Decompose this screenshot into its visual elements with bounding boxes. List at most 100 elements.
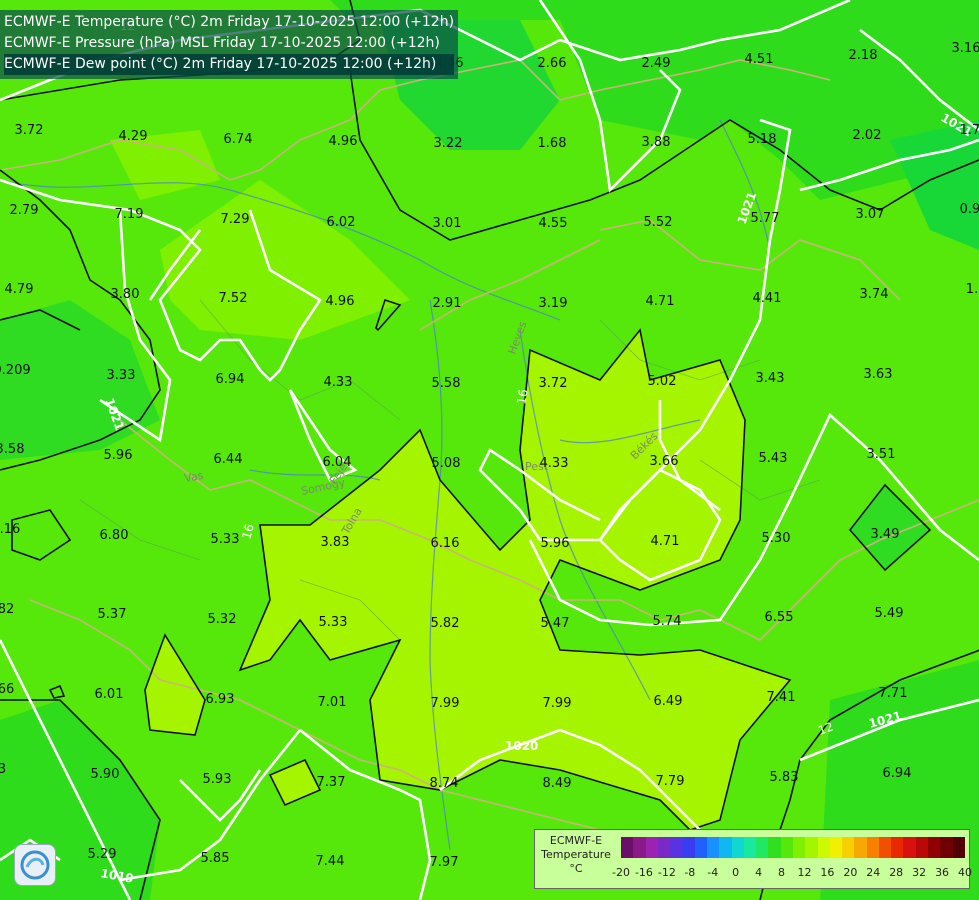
scale-swatch <box>928 837 941 858</box>
scale-swatch <box>768 837 781 858</box>
scale-swatch <box>621 837 634 858</box>
station-value: 3.07 <box>856 207 885 222</box>
station-value: 6.16 <box>431 536 460 551</box>
scale-swatch <box>952 837 965 858</box>
scale-unit: °C <box>569 862 583 875</box>
station-value: 4.41 <box>753 291 782 306</box>
station-value: 7.71 <box>879 686 908 701</box>
station-value: 7.99 <box>543 696 572 711</box>
scale-swatch <box>829 837 843 858</box>
station-value: 3.58 <box>0 442 24 457</box>
layer-temperature[interactable]: ECMWF-E Temperature (°C) 2m Friday 17-10… <box>4 12 454 33</box>
station-value: 4.33 <box>324 375 353 390</box>
station-value: 3.33 <box>107 368 136 383</box>
station-value: 3.83 <box>321 535 350 550</box>
station-value: 5.93 <box>203 772 232 787</box>
station-value: 7.44 <box>316 854 345 869</box>
station-value: 3.16 <box>952 41 979 56</box>
station-value: 8.49 <box>543 776 572 791</box>
station-value: 5.83 <box>770 770 799 785</box>
station-value: 3.80 <box>111 287 140 302</box>
station-value: 5.33 <box>319 615 348 630</box>
scale-tick: -20 <box>612 866 630 879</box>
station-value: 6.74 <box>224 132 253 147</box>
isotherm-label: 16 <box>514 388 530 405</box>
station-value: 7.52 <box>219 291 248 306</box>
station-value: 7.19 <box>115 207 144 222</box>
station-value: 2.49 <box>642 56 671 71</box>
scale-swatch <box>854 837 867 858</box>
station-value: 4.96 <box>329 134 358 149</box>
station-value: 1.7 <box>960 123 979 138</box>
station-value: 6.94 <box>216 372 245 387</box>
station-value: 6.80 <box>100 528 129 543</box>
scale-swatch <box>682 837 695 858</box>
scale-tick: 16 <box>820 866 835 879</box>
station-value: 5.30 <box>762 531 791 546</box>
scale-swatch <box>842 837 855 858</box>
scale-swatch <box>903 837 916 858</box>
scale-tick: 28 <box>889 866 904 879</box>
scale-swatch <box>915 837 929 858</box>
scale-tick: 8 <box>778 866 786 879</box>
scale-tick: -16 <box>634 866 653 879</box>
station-value: 5.32 <box>208 612 237 627</box>
station-value: 5.74 <box>653 614 682 629</box>
station-value: 2.79 <box>10 203 39 218</box>
color-scale: ECMWF-E Temperature °C -20 -16 -12 -8 -4 0 4 8 1… <box>534 829 972 889</box>
station-value: 5.77 <box>751 211 780 226</box>
station-value: 7.79 <box>656 774 685 789</box>
layer-pressure[interactable]: ECMWF-E Pressure (hPa) MSL Friday 17-10-… <box>4 33 454 54</box>
station-value: 4.96 <box>326 294 355 309</box>
station-value: 4.51 <box>745 52 774 67</box>
station-value: 2.66 <box>538 56 567 71</box>
scale-swatch <box>633 837 646 858</box>
station-value: 4.71 <box>651 534 680 549</box>
station-value: 3 <box>0 762 6 777</box>
scale-model: ECMWF-E <box>549 834 603 847</box>
scale-ticks: -20 -16 -12 -8 -4 0 4 8 12 16 20 24 28 32 36 40 <box>612 866 972 880</box>
station-value: 3.43 <box>756 371 785 386</box>
scale-swatch <box>743 837 757 858</box>
station-value: 6.04 <box>323 455 352 470</box>
station-value: .66 <box>0 682 14 697</box>
station-value: .16 <box>0 522 20 537</box>
station-value: 8.74 <box>430 776 459 791</box>
station-value: 5.96 <box>541 536 570 551</box>
station-value: 5.08 <box>432 456 461 471</box>
scale-tick: 0 <box>732 866 740 879</box>
scale-tick: 20 <box>843 866 858 879</box>
station-value: 5.58 <box>432 376 461 391</box>
scale-swatch <box>891 837 904 858</box>
scale-tick: 12 <box>797 866 812 879</box>
scale-swatch <box>657 837 671 858</box>
station-value: 6.94 <box>883 766 912 781</box>
station-value: 5.37 <box>98 607 127 622</box>
scale-variable: Temperature <box>541 848 611 861</box>
layer-dewpoint[interactable]: ECMWF-E Dew point (°C) 2m Friday 17-10-2… <box>4 54 455 75</box>
scale-swatch <box>780 837 793 858</box>
scale-swatch <box>694 837 707 858</box>
scale-tick: 24 <box>866 866 881 879</box>
logo-icon[interactable] <box>14 844 56 886</box>
station-value: 1.68 <box>538 136 567 151</box>
station-value: 6.44 <box>214 452 243 467</box>
station-value: 4.55 <box>539 216 568 231</box>
layer-legend[interactable]: ECMWF-E Temperature (°C) 2m Friday 17-10… <box>0 10 459 79</box>
station-value: 1. <box>966 282 978 297</box>
station-value: 6.49 <box>654 694 683 709</box>
station-value: 3.49 <box>871 527 900 542</box>
station-value: 3.63 <box>864 367 893 382</box>
station-value: 82 <box>0 602 14 617</box>
station-value: 6.01 <box>95 687 124 702</box>
scale-tick: 40 <box>958 866 972 879</box>
weather-map[interactable]: 1021 1021 1021 1020 1021 1019 12 16 16 1… <box>0 0 979 900</box>
station-value: 6.02 <box>327 215 356 230</box>
scale-swatch <box>706 837 720 858</box>
scale-tick: 36 <box>935 866 950 879</box>
scale-swatch <box>805 837 818 858</box>
station-value: 4.79 <box>5 282 34 297</box>
station-value: 3.72 <box>15 123 44 138</box>
station-value: 3.88 <box>642 135 671 150</box>
station-value: 4.29 <box>119 129 148 144</box>
